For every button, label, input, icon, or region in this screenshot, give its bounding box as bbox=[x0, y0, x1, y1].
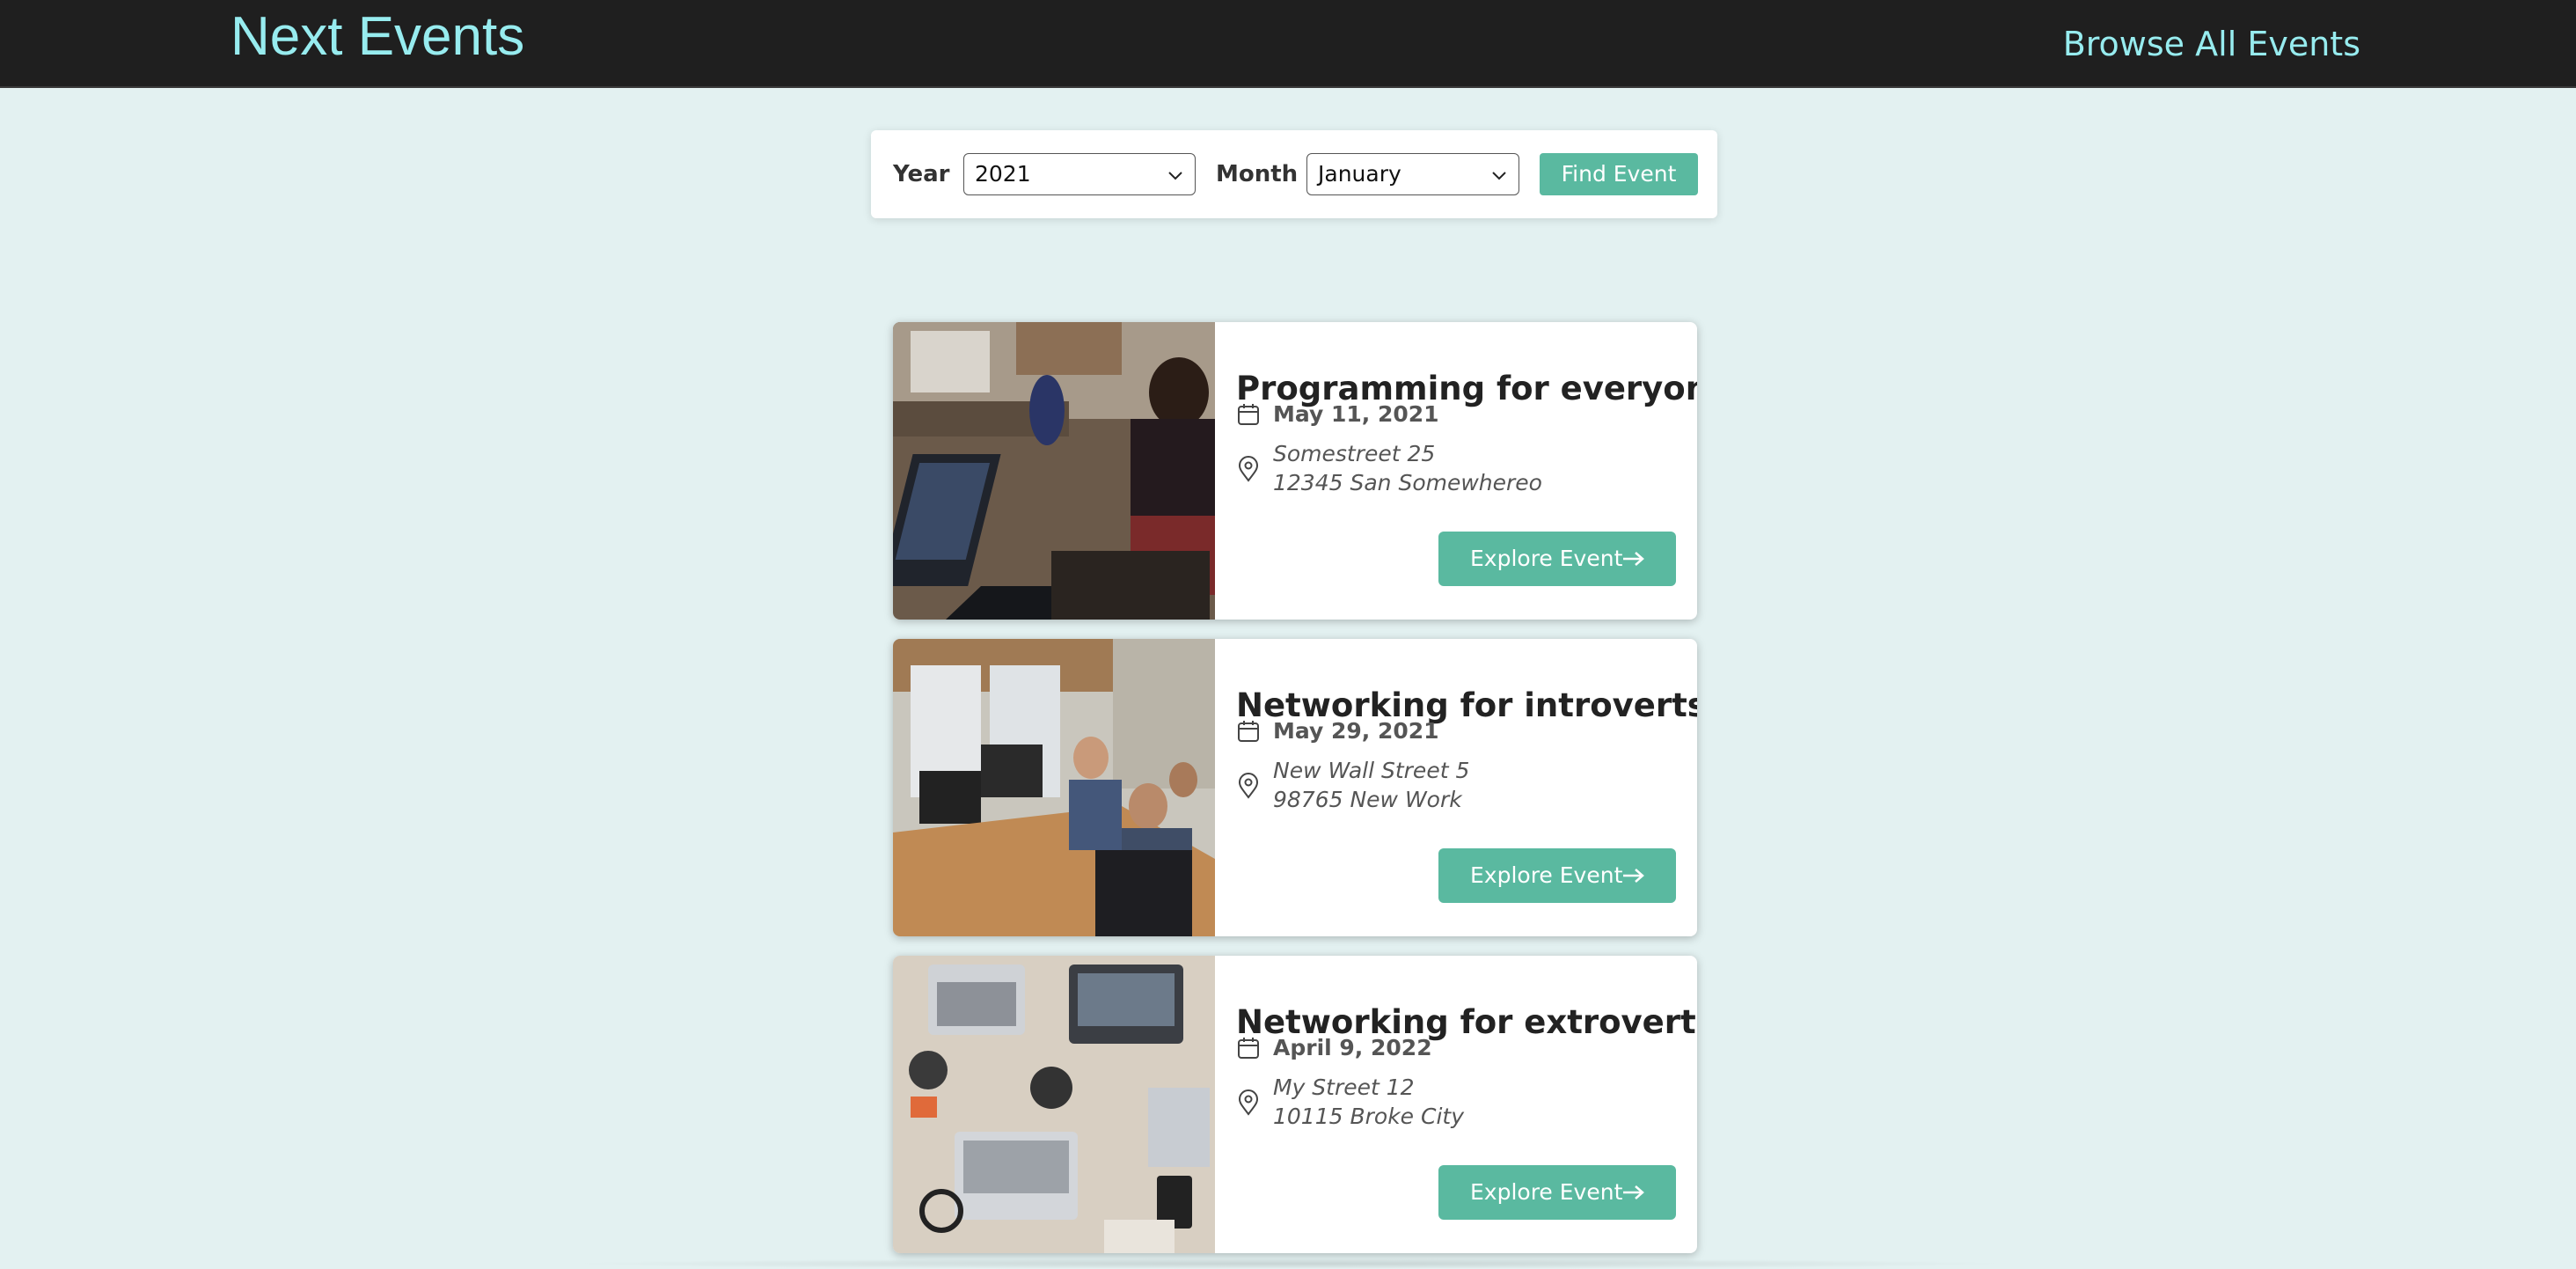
site-header: Next Events Browse All Events bbox=[0, 0, 2576, 88]
explore-event-button[interactable]: Explore Event bbox=[1438, 1165, 1676, 1220]
event-image bbox=[893, 322, 1215, 620]
event-address: New Wall Street 5 98765 New Work bbox=[1273, 756, 1469, 814]
year-select-value: 2021 bbox=[975, 161, 1031, 187]
chevron-down-icon bbox=[1492, 172, 1506, 180]
event-image bbox=[893, 956, 1215, 1253]
location-pin-icon bbox=[1238, 1089, 1259, 1116]
explore-event-label: Explore Event bbox=[1470, 1179, 1623, 1205]
month-select-value: January bbox=[1318, 161, 1401, 187]
arrow-right-icon bbox=[1623, 869, 1644, 883]
address-line-2: 12345 San Somewhereo bbox=[1273, 470, 1542, 495]
page-bottom-shadow bbox=[563, 1258, 2015, 1269]
event-date: April 9, 2022 bbox=[1273, 1035, 1432, 1060]
address-line-1: My Street 12 bbox=[1273, 1075, 1415, 1100]
find-event-button[interactable]: Find Event bbox=[1540, 153, 1698, 195]
calendar-icon bbox=[1238, 1038, 1259, 1059]
explore-event-label: Explore Event bbox=[1470, 546, 1623, 571]
month-label: Month bbox=[1216, 161, 1299, 187]
event-image bbox=[893, 639, 1215, 936]
event-date: May 11, 2021 bbox=[1273, 401, 1439, 427]
address-line-1: New Wall Street 5 bbox=[1273, 758, 1470, 783]
explore-event-button[interactable]: Explore Event bbox=[1438, 532, 1676, 586]
month-select[interactable]: January bbox=[1306, 153, 1519, 195]
arrow-right-icon bbox=[1623, 552, 1644, 566]
event-card: Programming for everyone May 11, 2021 So… bbox=[893, 322, 1697, 620]
year-label: Year bbox=[893, 161, 950, 187]
event-date: May 29, 2021 bbox=[1273, 718, 1439, 744]
event-filter-form: Year 2021 Month January Find Event bbox=[871, 130, 1717, 218]
explore-event-label: Explore Event bbox=[1470, 862, 1623, 888]
browse-all-events-link[interactable]: Browse All Events bbox=[2063, 19, 2360, 69]
location-pin-icon bbox=[1238, 773, 1259, 799]
event-card: Networking for introverts May 29, 2021 N… bbox=[893, 639, 1697, 936]
event-address: My Street 12 10115 Broke City bbox=[1273, 1073, 1464, 1131]
chevron-down-icon bbox=[1168, 172, 1182, 180]
site-logo[interactable]: Next Events bbox=[231, 4, 524, 70]
address-line-2: 98765 New Work bbox=[1273, 787, 1462, 812]
location-pin-icon bbox=[1238, 456, 1259, 482]
address-line-2: 10115 Broke City bbox=[1273, 1104, 1465, 1129]
event-address: Somestreet 25 12345 San Somewhereo bbox=[1273, 439, 1542, 497]
address-line-1: Somestreet 25 bbox=[1273, 441, 1436, 466]
calendar-icon bbox=[1238, 404, 1259, 425]
calendar-icon bbox=[1238, 721, 1259, 742]
arrow-right-icon bbox=[1623, 1185, 1644, 1199]
event-card: Networking for extroverts April 9, 2022 … bbox=[893, 956, 1697, 1253]
year-select[interactable]: 2021 bbox=[963, 153, 1196, 195]
explore-event-button[interactable]: Explore Event bbox=[1438, 848, 1676, 903]
